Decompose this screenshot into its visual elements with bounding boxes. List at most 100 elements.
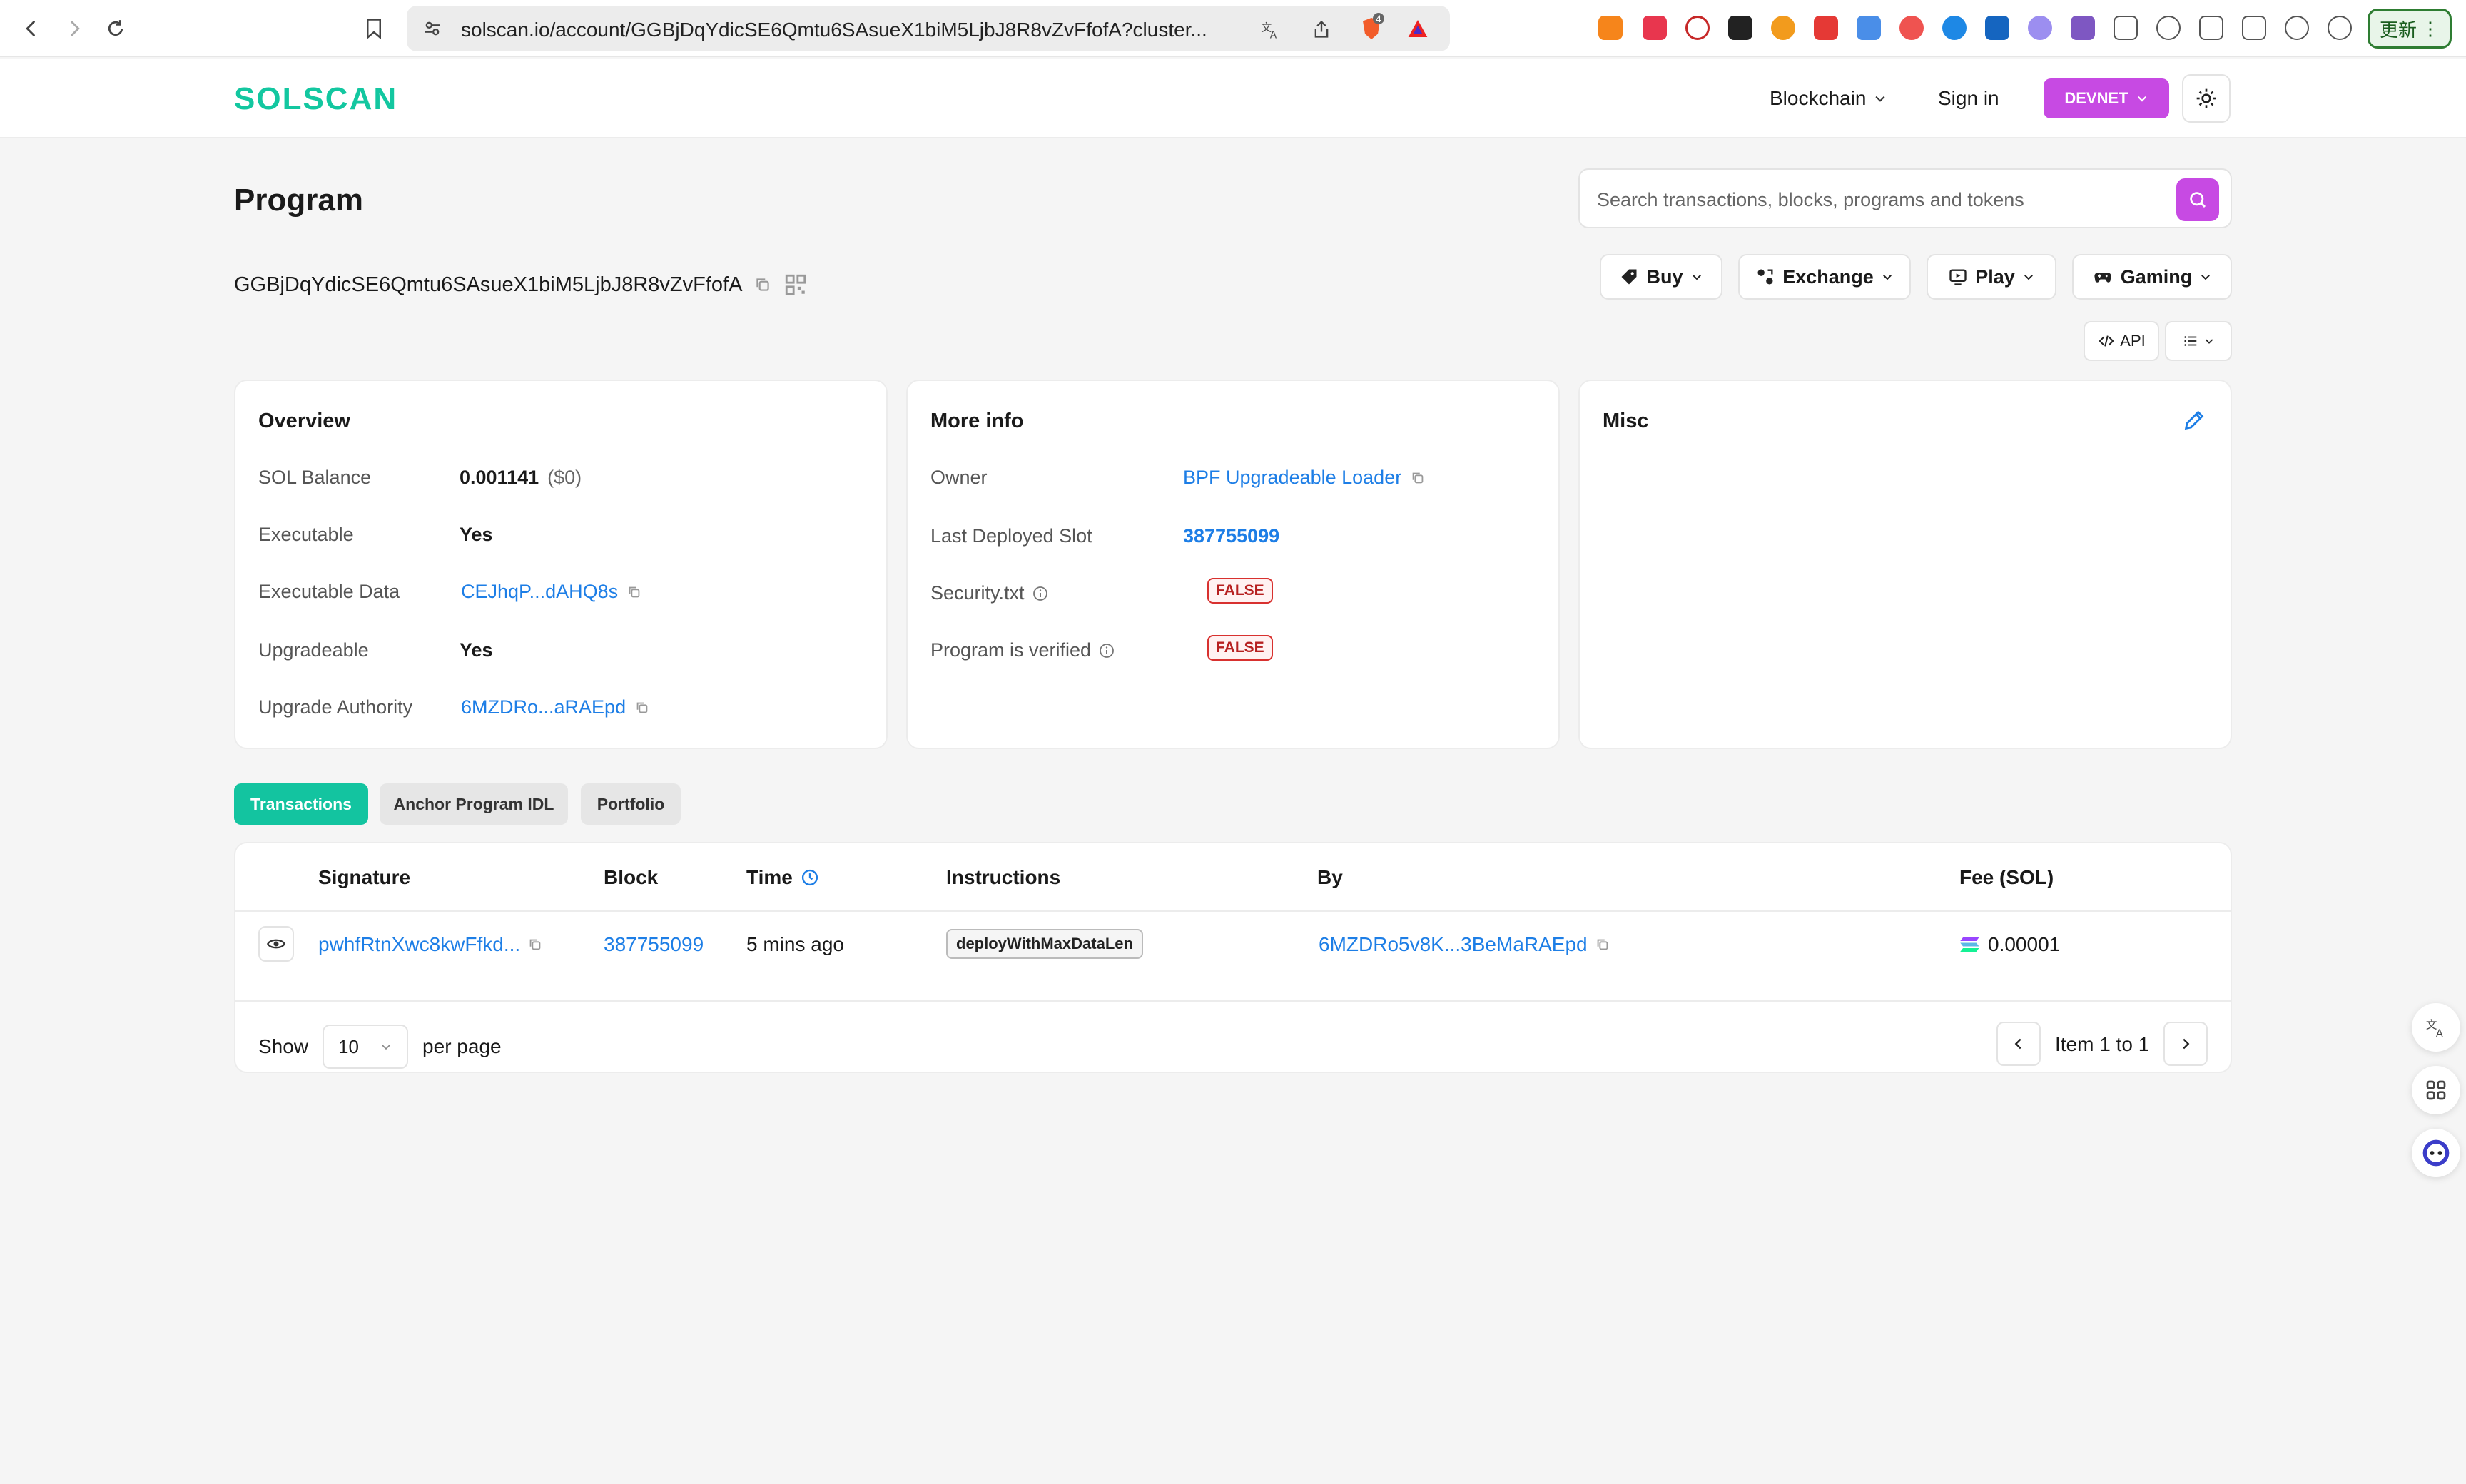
executable-data-row: Executable Data CEJhqP...dAHQ8s <box>258 581 843 609</box>
grid-icon <box>2426 1080 2446 1100</box>
back-icon[interactable] <box>16 13 47 44</box>
google-translate-extension-icon[interactable] <box>1857 16 1881 40</box>
extension-icon-circle[interactable] <box>1685 16 1710 40</box>
verified-label: Program is verified <box>930 639 1092 661</box>
next-page-button[interactable] <box>2163 1022 2208 1066</box>
apps-widget-button[interactable] <box>2412 1066 2460 1114</box>
copy-icon[interactable] <box>626 584 642 600</box>
clock-icon[interactable] <box>800 868 820 888</box>
extension-icon-blue-circle[interactable] <box>1942 16 1967 40</box>
search-input[interactable] <box>1597 186 2161 214</box>
info-icon[interactable] <box>1032 585 1049 602</box>
translate-widget-button[interactable]: 文A <box>2412 1003 2460 1052</box>
chevron-down-icon <box>2137 96 2146 102</box>
edit-pencil-icon[interactable] <box>2182 408 2206 432</box>
api-button[interactable]: API <box>2084 321 2159 361</box>
tab-portfolio[interactable]: Portfolio <box>581 783 681 825</box>
gaming-menu[interactable]: Gaming <box>2072 254 2232 300</box>
column-header-time[interactable]: Time <box>746 866 820 889</box>
executable-row: Executable Yes <box>258 524 843 552</box>
bookmark-icon[interactable] <box>358 13 390 44</box>
time-value: 5 mins ago <box>746 933 844 955</box>
slot-link[interactable]: 387755099 <box>1183 525 1279 547</box>
executable-data-link[interactable]: CEJhqP...dAHQ8s <box>461 581 618 603</box>
extension-icon-s[interactable] <box>1728 16 1752 40</box>
per-page-select[interactable]: 10 <box>323 1025 409 1069</box>
upgrade-authority-link[interactable]: 6MZDRo...aRAEpd <box>461 696 626 718</box>
column-header-fee: Fee (SOL) <box>1959 866 2054 888</box>
copy-icon[interactable] <box>754 275 772 294</box>
play-menu[interactable]: Play <box>1927 254 2056 300</box>
site-settings-icon[interactable] <box>422 19 442 39</box>
overview-card: Overview SOL Balance 0.001141 ($0) Execu… <box>234 380 888 749</box>
extension-icon-orange[interactable] <box>1771 16 1795 40</box>
tab-transactions[interactable]: Transactions <box>234 783 368 825</box>
metamask-extension-icon[interactable] <box>1598 16 1623 40</box>
phantom-extension-icon[interactable] <box>2028 16 2052 40</box>
misc-card: Misc <box>1578 380 2232 749</box>
owner-link[interactable]: BPF Upgradeable Loader <box>1183 467 1401 489</box>
upgradeable-value: Yes <box>460 639 493 661</box>
list-icon <box>2184 336 2197 346</box>
url-text[interactable]: solscan.io/account/GGBjDqYdicSE6Qmtu6SAs… <box>461 19 1207 41</box>
monitor-play-icon <box>1949 269 1967 285</box>
copy-icon[interactable] <box>1595 937 1610 952</box>
brave-shield-icon[interactable]: 4 <box>1359 13 1384 41</box>
wallet-icon[interactable] <box>2242 16 2266 40</box>
copy-icon[interactable] <box>527 937 543 952</box>
more-info-card: More info Owner BPF Upgradeable Loader L… <box>906 380 1560 749</box>
chevron-down-icon <box>1692 275 1701 280</box>
brave-rewards-icon[interactable] <box>1406 17 1430 40</box>
misc-title: Misc <box>1603 410 1649 432</box>
copy-icon[interactable] <box>1410 470 1426 486</box>
exchange-menu[interactable]: Exchange <box>1738 254 1911 300</box>
extensions-puzzle-icon[interactable] <box>2114 16 2138 40</box>
solscan-logo[interactable]: SOLSCAN <box>234 81 397 117</box>
chevron-down-icon <box>382 1045 390 1050</box>
eye-icon <box>267 939 285 949</box>
update-button[interactable]: 更新 ⋮ <box>2368 9 2452 49</box>
translate-icon[interactable]: 文A <box>1260 19 1282 41</box>
blockchain-menu[interactable]: Blockchain <box>1770 87 1887 110</box>
extension-icon-red[interactable] <box>1814 16 1838 40</box>
page-title: Program <box>234 183 363 218</box>
extension-icon-blue[interactable] <box>1985 16 2009 40</box>
signer-link[interactable]: 6MZDRo5v8K...3BeMaRAEpd <box>1319 933 1588 956</box>
qr-code-icon[interactable] <box>783 273 808 297</box>
tab-anchor-program-idl[interactable]: Anchor Program IDL <box>380 783 568 825</box>
media-icon[interactable] <box>2156 16 2181 40</box>
forward-icon[interactable] <box>59 13 90 44</box>
buy-menu[interactable]: Buy <box>1600 254 1722 300</box>
leo-ai-icon[interactable] <box>2285 16 2309 40</box>
search-button[interactable] <box>2176 178 2219 221</box>
sol-balance-usd: ($0) <box>547 467 582 488</box>
extension-icon-p[interactable] <box>1643 16 1667 40</box>
slot-label: Last Deployed Slot <box>930 525 1092 547</box>
assistant-widget-button[interactable] <box>2412 1129 2460 1177</box>
signin-link[interactable]: Sign in <box>1938 87 1999 110</box>
extension-icon-purple[interactable] <box>2071 16 2095 40</box>
column-header-signature: Signature <box>318 866 411 888</box>
reload-icon[interactable] <box>100 13 131 44</box>
signature-link[interactable]: pwhfRtnXwc8kwFfkd... <box>318 933 520 956</box>
vpn-shield-icon[interactable] <box>2328 16 2352 40</box>
verified-status-badge: FALSE <box>1207 635 1273 661</box>
address-bar[interactable]: solscan.io/account/GGBjDqYdicSE6Qmtu6SAs… <box>407 6 1450 51</box>
previous-page-button[interactable] <box>1996 1022 2041 1066</box>
instruction-badge[interactable]: deployWithMaxDataLen <box>946 929 1143 959</box>
share-icon[interactable] <box>1311 19 1331 40</box>
upgradeable-label: Upgradeable <box>258 639 369 661</box>
network-selector[interactable]: DEVNET <box>2044 78 2169 118</box>
svg-text:A: A <box>2436 1028 2443 1040</box>
info-icon[interactable] <box>1098 642 1115 659</box>
sidebar-icon[interactable] <box>2199 16 2223 40</box>
time-header-label: Time <box>746 866 793 888</box>
copy-icon[interactable] <box>634 700 650 716</box>
extension-icon-cloud[interactable] <box>1899 16 1924 40</box>
view-transaction-button[interactable] <box>258 926 294 962</box>
exchange-label: Exchange <box>1782 265 1874 288</box>
per-page-label: per page <box>422 1035 502 1057</box>
theme-toggle-button[interactable] <box>2182 74 2231 123</box>
view-options-button[interactable] <box>2165 321 2232 361</box>
block-link[interactable]: 387755099 <box>604 933 704 956</box>
